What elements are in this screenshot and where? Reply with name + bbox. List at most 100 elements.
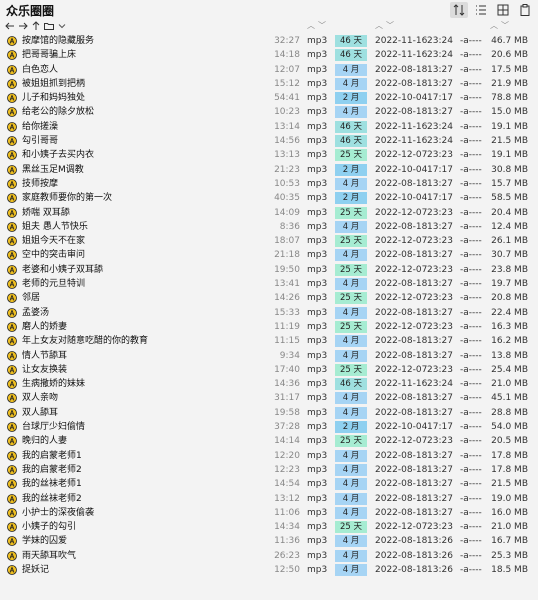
file-row[interactable]: 捉妖记 12:50 mp3 4 月 2022-08-18 13:26 -a---- 18.5 … [0, 563, 538, 577]
file-name[interactable]: 小姨子的勾引 [22, 520, 277, 534]
file-age-badge: 4 月 [335, 406, 367, 419]
file-row[interactable]: 把哥哥骗上床 14:18 mp3 46 天 2022-11-16 23:24 -a---- 2… [0, 48, 538, 62]
file-size: 21.0 MB [491, 522, 528, 533]
file-name[interactable]: 捉妖记 [22, 563, 277, 577]
file-row[interactable]: 娇喘 双耳舔 14:09 mp3 25 天 2022-12-07 23:23 -a---- 2… [0, 206, 538, 220]
file-name[interactable]: 勾引哥哥 [22, 134, 277, 148]
file-row[interactable]: 孟婆汤 15:33 mp3 4 月 2022-08-18 13:27 -a---- 22.4 … [0, 306, 538, 320]
file-row[interactable]: 情人节舔耳 9:34 mp3 4 月 2022-08-18 13:27 -a---- 13.8… [0, 349, 538, 363]
list-view-icon[interactable] [472, 2, 490, 18]
sort-icon[interactable] [450, 2, 468, 18]
format-sort-arrows[interactable]: ︿ ﹀ [307, 20, 326, 31]
sort-asc-icon[interactable]: ︿ [307, 20, 315, 31]
file-name[interactable]: 我的启蒙老师1 [22, 449, 277, 463]
file-name[interactable]: 家庭教师要你的第一次 [22, 191, 277, 205]
file-name[interactable]: 双人亲吻 [22, 391, 277, 405]
file-row[interactable]: 给你搓澡 13:14 mp3 46 天 2022-11-16 23:24 -a---- 19.… [0, 120, 538, 134]
file-row[interactable]: 被姐姐抓到把柄 15:12 mp3 4 月 2022-08-18 13:27 -a---- 2… [0, 77, 538, 91]
file-row[interactable]: 给老公的除夕放松 10:23 mp3 4 月 2022-08-18 13:27 -a----… [0, 105, 538, 119]
file-row[interactable]: 我的启蒙老师2 12:23 mp3 4 月 2022-08-18 13:27 -a---- 1… [0, 463, 538, 477]
file-row[interactable]: 我的丝袜老师1 14:54 mp3 4 月 2022-08-18 13:27 -a---- 2… [0, 477, 538, 491]
file-name[interactable]: 黑丝玉足M调教 [22, 163, 277, 177]
file-name[interactable]: 和小姨子去买内衣 [22, 148, 277, 162]
sort-desc-icon[interactable]: ﹀ [318, 20, 326, 31]
file-name[interactable]: 学妹的囚爱 [22, 534, 277, 548]
file-name[interactable]: 晚归的人妻 [22, 434, 277, 448]
date-sort-arrows[interactable]: ︿ ﹀ [375, 20, 394, 31]
file-row[interactable]: 儿子和妈妈独处 54:41 mp3 2 月 2022-10-04 17:17 -a---- 7… [0, 91, 538, 105]
file-name[interactable]: 按摩馆的隐藏服务 [22, 34, 277, 48]
file-row[interactable]: 邻居 14:26 mp3 25 天 2022-12-07 23:23 -a---- 20.8 … [0, 291, 538, 305]
file-name[interactable]: 双人舔耳 [22, 406, 277, 420]
file-row[interactable]: 技师按摩 10:53 mp3 4 月 2022-08-18 13:27 -a---- 15.7… [0, 177, 538, 191]
file-row[interactable]: 空中的突击审问 21:18 mp3 4 月 2022-08-18 13:27 -a---- 3… [0, 248, 538, 262]
file-name[interactable]: 娇喘 双耳舔 [22, 206, 277, 220]
file-row[interactable]: 磨人的娇妻 11:19 mp3 25 天 2022-12-07 23:23 -a---- 16… [0, 320, 538, 334]
file-row[interactable]: 晚归的人妻 14:14 mp3 25 天 2022-12-07 23:23 -a---- 20… [0, 434, 538, 448]
grid-icon[interactable] [494, 2, 512, 18]
file-name[interactable]: 技师按摩 [22, 177, 277, 191]
file-name[interactable]: 给你搓澡 [22, 120, 277, 134]
file-age-badge: 2 月 [335, 92, 367, 105]
file-name[interactable]: 白色恋人 [22, 63, 277, 77]
sort-desc-icon[interactable]: ﹀ [386, 20, 394, 31]
file-name[interactable]: 我的丝袜老师2 [22, 492, 277, 506]
file-name[interactable]: 姐夫 愚人节快乐 [22, 220, 277, 234]
file-row[interactable]: 勾引哥哥 14:56 mp3 46 天 2022-11-16 23:24 -a---- 21.… [0, 134, 538, 148]
file-name[interactable]: 情人节舔耳 [22, 349, 277, 363]
file-row[interactable]: 年上女友对随意吃醋的你的教育 11:15 mp3 4 月 2022-08-18 13:27… [0, 334, 538, 348]
clipboard-icon[interactable] [516, 2, 534, 18]
file-name[interactable]: 让女友换装 [22, 363, 277, 377]
file-name[interactable]: 我的启蒙老师2 [22, 463, 277, 477]
sort-asc-icon[interactable]: ︿ [375, 20, 383, 31]
folder-icon[interactable] [43, 19, 55, 32]
file-row[interactable]: 台球厅少妇偷情 37:28 mp3 2 月 2022-10-04 17:17 -a---- 5… [0, 420, 538, 434]
file-row[interactable]: 双人舔耳 19:58 mp3 4 月 2022-08-18 13:27 -a---- 28.8… [0, 406, 538, 420]
file-name[interactable]: 姐姐今天不在家 [22, 234, 277, 248]
file-row[interactable]: 小姨子的勾引 14:34 mp3 25 天 2022-12-07 23:23 -a---- 2… [0, 520, 538, 534]
file-row[interactable]: 黑丝玉足M调教 21:23 mp3 2 月 2022-10-04 17:17 -a---- 3… [0, 163, 538, 177]
file-name[interactable]: 我的丝袜老师1 [22, 477, 277, 491]
file-row[interactable]: 家庭教师要你的第一次 40:35 mp3 2 月 2022-10-04 17:17 -a--… [0, 191, 538, 205]
file-row[interactable]: 老婆和小姨子双耳舔 19:50 mp3 25 天 2022-12-07 23:23 -a--… [0, 263, 538, 277]
file-format: mp3 [307, 564, 328, 575]
file-row[interactable]: 学妹的囚爱 11:36 mp3 4 月 2022-08-18 13:26 -a---- 16.… [0, 534, 538, 548]
sort-asc-icon[interactable]: ︿ [490, 20, 498, 31]
file-row[interactable]: 双人亲吻 31:17 mp3 4 月 2022-08-18 13:27 -a---- 45.1… [0, 391, 538, 405]
file-row[interactable]: 生病撒娇的妹妹 14:36 mp3 46 天 2022-11-16 23:24 -a----… [0, 377, 538, 391]
file-row[interactable]: 按摩馆的隐藏服务 32:27 mp3 46 天 2022-11-16 23:24 -a---… [0, 34, 538, 48]
file-name[interactable]: 把哥哥骗上床 [22, 48, 277, 62]
file-name[interactable]: 给老公的除夕放松 [22, 105, 277, 119]
file-row[interactable]: 姐夫 愚人节快乐 8:36 mp3 4 月 2022-08-18 13:27 -a---- 1… [0, 220, 538, 234]
sort-desc-icon[interactable]: ﹀ [501, 20, 509, 31]
chevron-down-icon[interactable] [56, 19, 68, 32]
arrow-right-icon[interactable] [17, 19, 29, 32]
file-row[interactable]: 白色恋人 12:07 mp3 4 月 2022-08-18 13:27 -a---- 17.5… [0, 63, 538, 77]
file-name[interactable]: 老婆和小姨子双耳舔 [22, 263, 277, 277]
file-row[interactable]: 让女友换装 17:40 mp3 25 天 2022-12-07 23:23 -a---- 25… [0, 363, 538, 377]
file-row[interactable]: 雨天舔耳吹气 26:23 mp3 4 月 2022-08-18 13:26 -a---- 25… [0, 549, 538, 563]
file-row[interactable]: 和小姨子去买内衣 13:13 mp3 25 天 2022-12-07 23:23 -a---… [0, 148, 538, 162]
file-name[interactable]: 台球厅少妇偷情 [22, 420, 277, 434]
file-row[interactable]: 我的丝袜老师2 13:12 mp3 4 月 2022-08-18 13:27 -a---- 1… [0, 492, 538, 506]
file-name[interactable]: 老师的元旦特训 [22, 277, 277, 291]
file-row[interactable]: 小护士的深夜偷袭 11:06 mp3 4 月 2022-08-18 13:27 -a----… [0, 506, 538, 520]
file-row[interactable]: 老师的元旦特训 13:41 mp3 4 月 2022-08-18 13:27 -a---- 1… [0, 277, 538, 291]
arrow-left-icon[interactable] [4, 19, 16, 32]
file-duration: 14:26 [274, 293, 300, 304]
file-name[interactable]: 磨人的娇妻 [22, 320, 277, 334]
file-name[interactable]: 雨天舔耳吹气 [22, 549, 277, 563]
file-row[interactable]: 姐姐今天不在家 18:07 mp3 25 天 2022-12-07 23:23 -a----… [0, 234, 538, 248]
file-row[interactable]: 我的启蒙老师1 12:20 mp3 4 月 2022-08-18 13:27 -a---- 1… [0, 449, 538, 463]
file-name[interactable]: 空中的突击审问 [22, 248, 277, 262]
arrow-up-icon[interactable] [30, 19, 42, 32]
size-sort-arrows[interactable]: ︿ ﹀ [490, 20, 509, 31]
file-name[interactable]: 年上女友对随意吃醋的你的教育 [22, 334, 277, 348]
file-name[interactable]: 邻居 [22, 291, 277, 305]
file-name[interactable]: 小护士的深夜偷袭 [22, 506, 277, 520]
file-size: 19.0 MB [491, 493, 528, 504]
file-name[interactable]: 生病撒娇的妹妹 [22, 377, 277, 391]
file-name[interactable]: 孟婆汤 [22, 306, 277, 320]
file-name[interactable]: 儿子和妈妈独处 [22, 91, 277, 105]
file-name[interactable]: 被姐姐抓到把柄 [22, 77, 277, 91]
